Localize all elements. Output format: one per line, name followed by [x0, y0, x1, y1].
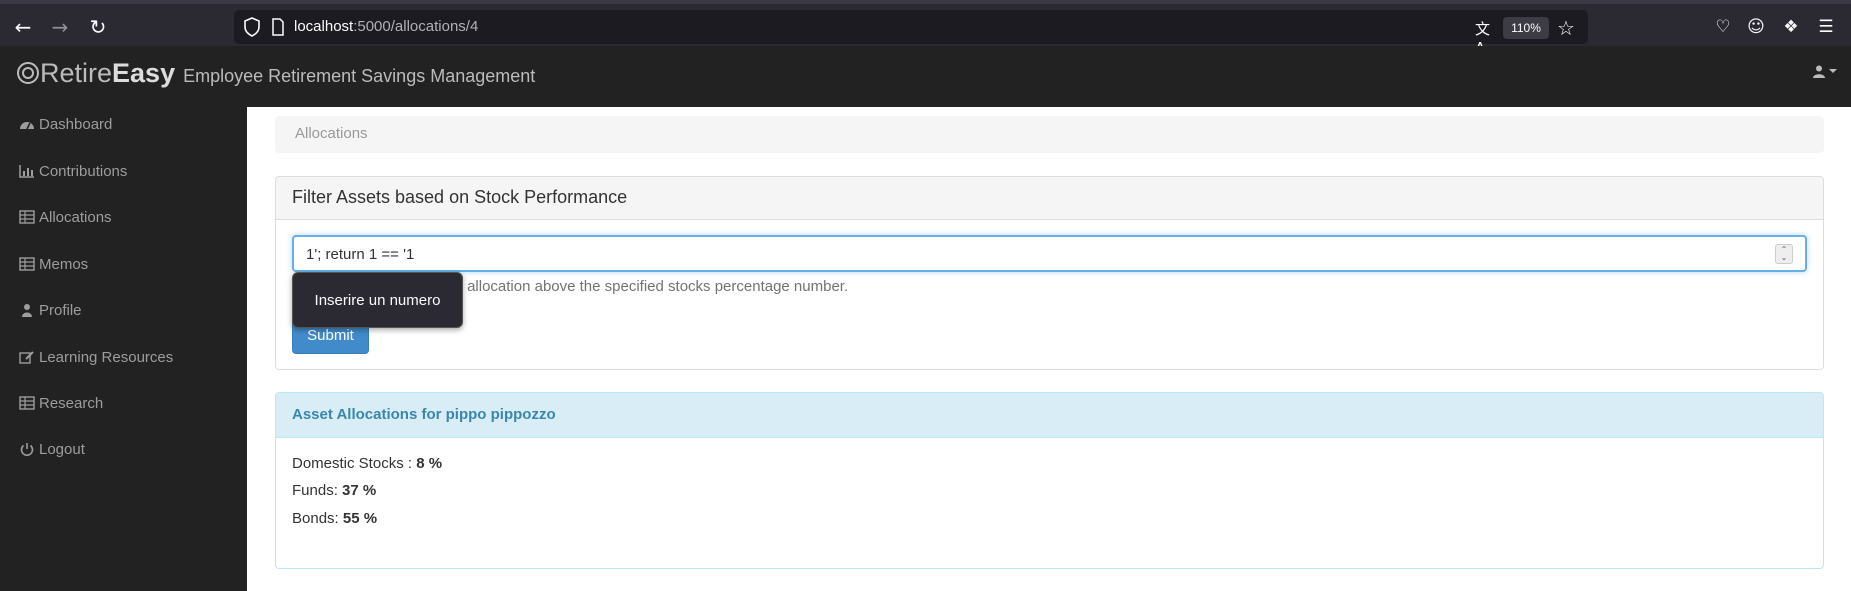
allocations-panel-heading: Asset Allocations for pippo pippozzo [276, 393, 1823, 438]
account-icon[interactable]: ☺ [1741, 12, 1771, 42]
url-text[interactable]: localhost:5000/allocations/4 [294, 18, 478, 35]
table-icon [19, 257, 35, 271]
allocation-value: 55 % [342, 510, 378, 527]
stocks-percentage-input[interactable] [306, 243, 1706, 265]
brand-tagline: Employee Retirement Savings Management [183, 66, 536, 86]
allocation-bonds: Bonds: 55 % [292, 510, 377, 527]
sidebar-item-allocations[interactable]: Allocations [19, 206, 112, 228]
sidebar-item-label: Learning Resources [39, 348, 174, 366]
sidebar-item-label: Dashboard [39, 115, 113, 133]
user-icon [22, 304, 32, 317]
translate-icon[interactable]: 文A [1475, 18, 1497, 57]
menu-icon[interactable]: ☰ [1811, 12, 1841, 42]
sidebar-item-label: Profile [39, 301, 82, 319]
filter-panel-heading: Filter Assets based on Stock Performance [276, 177, 1823, 220]
reload-icon[interactable]: ↻ [83, 12, 113, 42]
table-icon [19, 210, 35, 224]
sidebar-item-memos[interactable]: Memos [19, 253, 88, 275]
allocation-label: Funds: [292, 482, 343, 499]
dashboard-icon [20, 122, 34, 130]
allocation-label: Bonds: [292, 510, 343, 527]
number-spinner[interactable]: ⌃ ⌄ [1775, 244, 1793, 264]
user-menu[interactable] [1808, 60, 1842, 82]
back-icon[interactable]: ← [8, 12, 38, 42]
sidebar-item-label: Allocations [39, 208, 112, 226]
stocks-percentage-field[interactable]: ⌃ ⌄ [292, 235, 1807, 272]
edit-icon [19, 351, 34, 364]
zoom-level[interactable]: 110% [1503, 17, 1549, 39]
sidebar-item-label: Research [39, 394, 104, 412]
page-icon[interactable] [270, 17, 286, 37]
shield-icon[interactable] [242, 16, 262, 38]
extensions-icon[interactable]: ❖ [1776, 12, 1806, 42]
target-icon [17, 62, 39, 84]
breadcrumb: Allocations [275, 116, 1824, 153]
filter-panel: Filter Assets based on Stock Performance… [275, 176, 1824, 370]
url-host: localhost [294, 18, 354, 35]
allocation-value: 8 % [416, 455, 443, 472]
sidebar-item-label: Contributions [39, 162, 128, 180]
allocation-value: 37 % [342, 482, 377, 499]
bar-chart-icon [19, 165, 34, 178]
allocation-domestic-stocks: Domestic Stocks : 8 % [292, 455, 442, 472]
brand-logo[interactable]: RetireEasy Employee Retirement Savings Ma… [17, 58, 535, 89]
sidebar-item-label: Memos [39, 255, 89, 273]
bookmark-star-icon[interactable]: ☆ [1553, 15, 1579, 41]
url-bar[interactable]: localhost:5000/allocations/4 文A 110% ☆ [234, 10, 1588, 57]
validation-tooltip: Inserire un numero [292, 272, 463, 328]
allocations-panel-title: Asset Allocations for pippo pippozzo [292, 406, 556, 423]
url-path: :5000/allocations/4 [353, 18, 479, 35]
browser-toolbar: ← → ↻ localhost:5000/allocations/4 文A 11… [0, 0, 1851, 57]
sidebar-item-dashboard[interactable]: Dashboard [19, 113, 112, 135]
power-icon [20, 443, 34, 456]
table-icon [19, 396, 35, 410]
app-navbar: RetireEasy Employee Retirement Savings Ma… [0, 46, 1851, 107]
allocations-panel: Asset Allocations for pippo pippozzo Dom… [275, 392, 1824, 569]
allocation-funds: Funds: 37 % [292, 482, 376, 499]
filter-panel-title: Filter Assets based on Stock Performance [292, 187, 628, 207]
sidebar-item-research[interactable]: Research [19, 392, 103, 414]
brand-easy: Easy [112, 58, 176, 88]
sidebar-item-profile[interactable]: Profile [19, 299, 82, 321]
sidebar-item-contributions[interactable]: Contributions [19, 160, 127, 182]
sidebar-item-logout[interactable]: Logout [19, 438, 85, 460]
sidebar-item-label: Logout [39, 440, 85, 458]
breadcrumb-current: Allocations [295, 125, 368, 142]
allocation-label: Domestic Stocks : [292, 455, 417, 472]
caret-down-icon [1829, 69, 1837, 73]
sidebar-item-learning-resources[interactable]: Learning Resources [19, 346, 173, 368]
sidebar: Dashboard Contributions Allocations Memo… [0, 107, 247, 591]
spin-down-icon[interactable]: ⌄ [1781, 254, 1788, 262]
pocket-icon[interactable]: ♡ [1708, 12, 1738, 42]
brand-retire: Retire [40, 58, 113, 88]
forward-icon[interactable]: → [45, 12, 75, 42]
user-icon [1813, 65, 1825, 78]
